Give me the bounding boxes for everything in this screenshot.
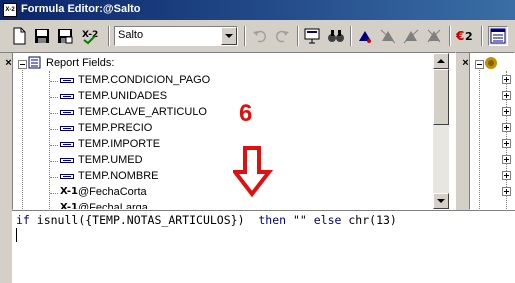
field-icon: [60, 110, 74, 115]
syntax-icon[interactable]: €2: [455, 26, 475, 46]
next-bookmark-icon[interactable]: [378, 26, 398, 46]
toolbar: X-2 Salto €2: [0, 20, 515, 53]
tree-item-label: TEMP.UNIDADES: [78, 90, 168, 102]
svg-text:€: €: [455, 29, 464, 43]
undo-icon[interactable]: [250, 26, 270, 46]
tree-item-label: TEMP.PRECIO: [78, 122, 153, 134]
toolbar-separator: [481, 26, 483, 46]
formula-name-combo[interactable]: Salto: [114, 26, 238, 46]
code-text: isnull({TEMP.NOTAS_ARTICULOS}): [36, 213, 259, 227]
save-icon[interactable]: [32, 26, 52, 46]
scroll-up-button[interactable]: [433, 53, 449, 69]
tree-expander[interactable]: [475, 60, 484, 69]
code-keyword: if: [16, 213, 37, 227]
tree-expander[interactable]: [502, 107, 511, 116]
formula-icon: X-1: [60, 186, 79, 197]
toolbar-separator: [297, 26, 299, 46]
formula-icon: X-1: [60, 202, 79, 210]
field-icon: [60, 158, 74, 163]
code-keyword: then: [258, 213, 293, 227]
pane-splitter[interactable]: [457, 74, 467, 210]
formula-code-line[interactable]: if isnull({TEMP.NOTAS_ARTICULOS}) then "…: [16, 213, 397, 227]
find-icon[interactable]: [326, 26, 346, 46]
annotation-arrow-icon: [230, 146, 274, 198]
tree-expander[interactable]: [18, 60, 27, 69]
redo-icon[interactable]: [272, 26, 292, 46]
tree-expander[interactable]: [502, 171, 511, 180]
title-bar: X-2 Formula Editor:@Salto: [0, 0, 515, 20]
combo-dropdown-button[interactable]: [221, 27, 237, 45]
field-icon: [60, 142, 74, 147]
formula-name-value: Salto: [118, 29, 144, 41]
code-text: "": [292, 213, 314, 227]
bookmark-icon[interactable]: [355, 26, 375, 46]
tree-item-label: TEMP.CONDICION_PAGO: [78, 74, 211, 86]
svg-text:X-2: X-2: [82, 30, 98, 40]
functions-icon: [484, 56, 498, 70]
tree-expander[interactable]: [502, 139, 511, 148]
field-icon: [60, 174, 74, 179]
svg-text:2: 2: [465, 30, 473, 43]
tree-expander[interactable]: [502, 187, 511, 196]
toolbar-separator: [244, 26, 246, 46]
formula-text-editor[interactable]: if isnull({TEMP.NOTAS_ARTICULOS}) then "…: [12, 210, 515, 283]
prev-bookmark-icon[interactable]: [401, 26, 421, 46]
tree-root-label[interactable]: Report Fields:: [46, 57, 114, 69]
field-icon: [60, 78, 74, 83]
browse-icon[interactable]: [303, 26, 323, 46]
report-fields-icon: [27, 56, 43, 70]
field-icon: [60, 126, 74, 131]
pane-splitter[interactable]: [1, 74, 11, 210]
toolbar-separator: [350, 26, 352, 46]
check-icon[interactable]: X-2: [80, 26, 100, 46]
tree-item-label: @FechaLarga: [78, 202, 148, 210]
text-caret: [16, 228, 17, 242]
tree-scrollbar[interactable]: [433, 53, 449, 209]
tree-item-label: @FechaCorta: [78, 186, 147, 198]
scroll-thumb[interactable]: [433, 69, 449, 125]
code-keyword: else: [313, 213, 349, 227]
toolbar-separator: [108, 26, 110, 46]
formula-editor-app-icon: X-2: [3, 3, 17, 17]
functions-tree: [469, 52, 515, 210]
tree-expander[interactable]: [502, 91, 511, 100]
window-title: Formula Editor:@Salto: [21, 3, 141, 15]
clear-bookmarks-icon[interactable]: [424, 26, 444, 46]
scroll-down-button[interactable]: [433, 193, 449, 209]
view-icon[interactable]: [488, 26, 508, 46]
field-icon: [60, 94, 74, 99]
tree-expander[interactable]: [502, 75, 511, 84]
tree-item-label: TEMP.UMED: [78, 154, 143, 166]
tree-item-label: TEMP.IMPORTE: [78, 138, 161, 150]
tree-item-label: TEMP.CLAVE_ARTICULO: [78, 106, 207, 118]
save-all-icon[interactable]: [55, 26, 75, 46]
tree-expander[interactable]: [502, 155, 511, 164]
toolbar-separator: [449, 26, 451, 46]
tree-expander[interactable]: [502, 123, 511, 132]
code-text: chr(13): [348, 213, 397, 227]
annotation-number: 6: [239, 100, 253, 127]
new-icon[interactable]: [9, 26, 29, 46]
tree-item-label: TEMP.NOMBRE: [78, 170, 159, 182]
